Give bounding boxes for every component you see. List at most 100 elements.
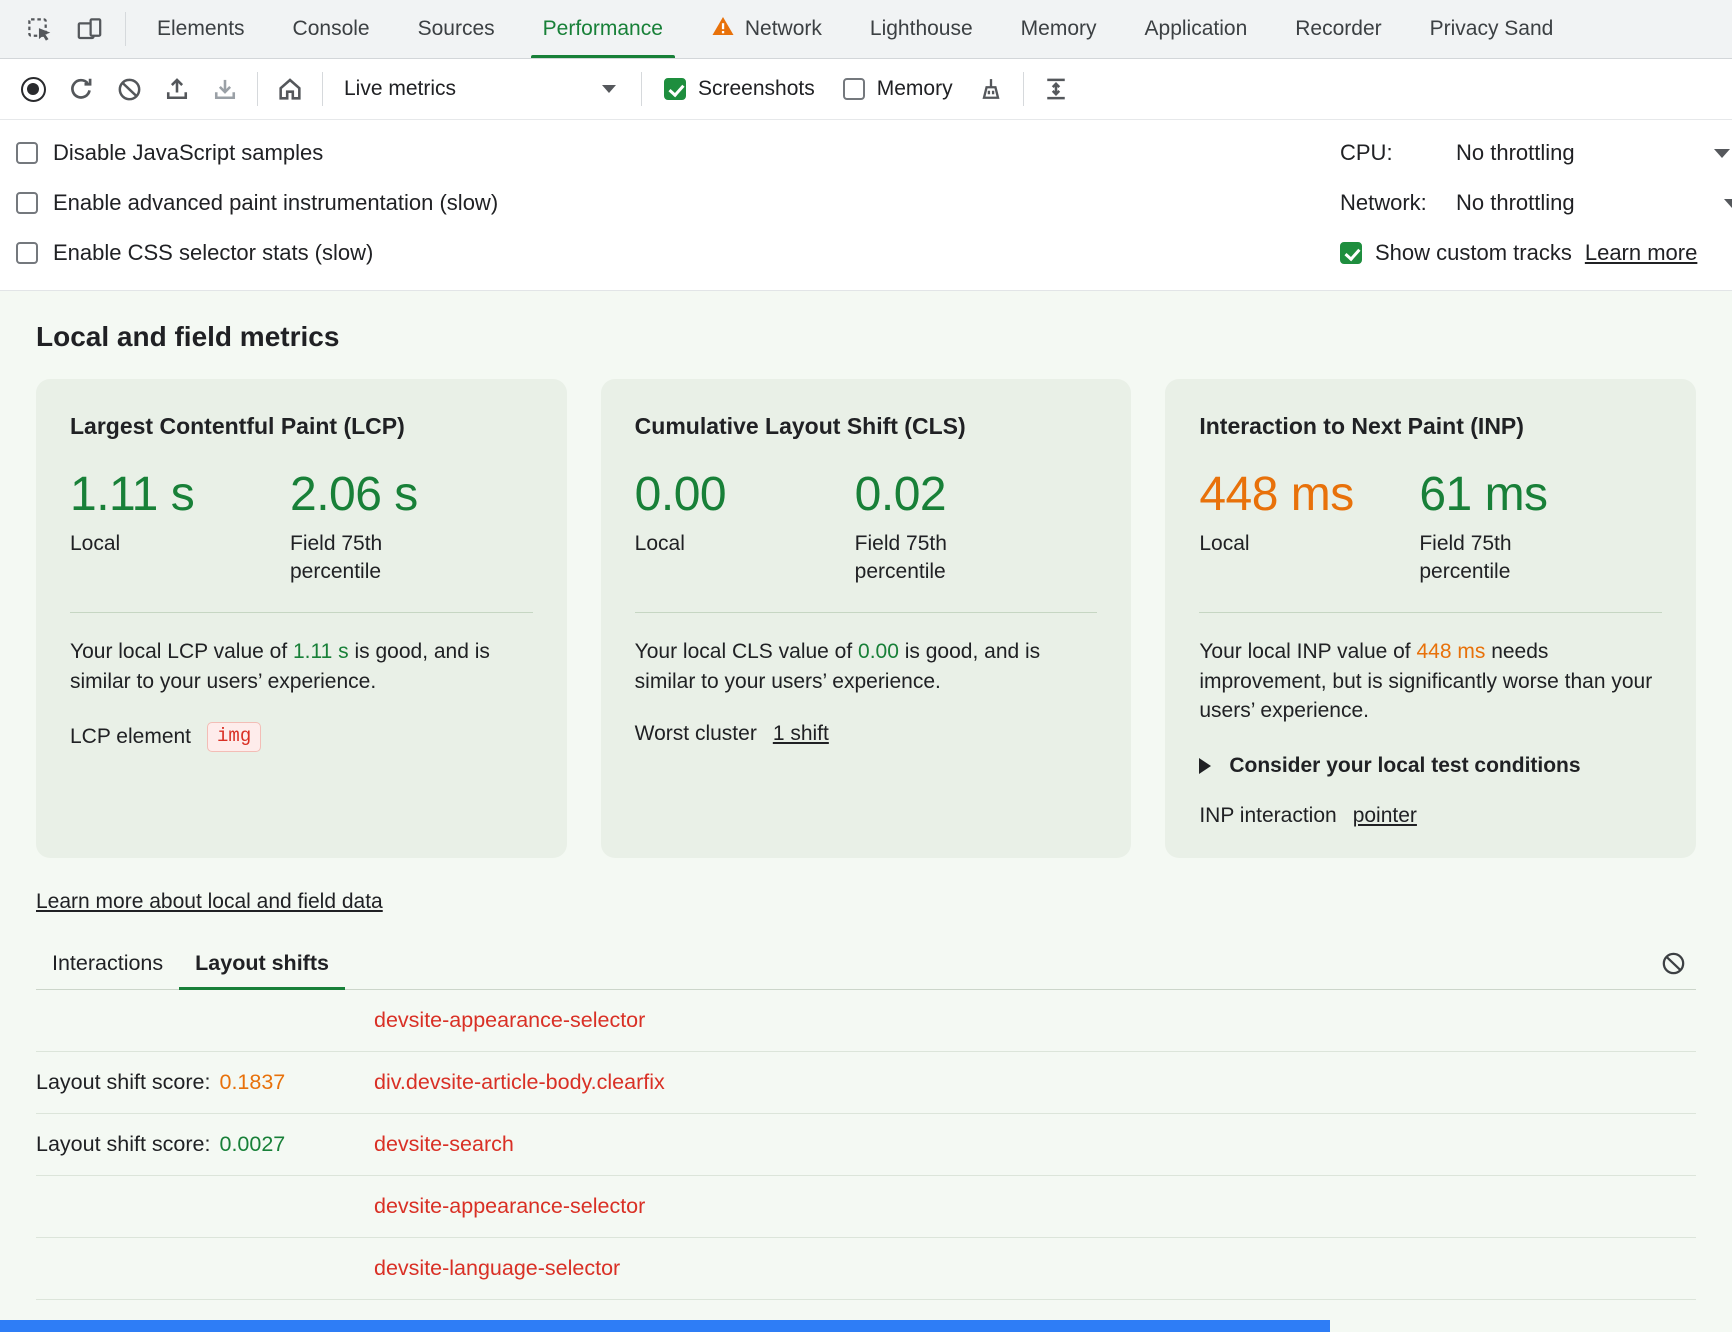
checkbox-unchecked-icon [16, 192, 38, 214]
divider [641, 72, 642, 106]
clear-recording-button[interactable] [106, 66, 152, 112]
field-value-label: Field 75th percentile [1419, 530, 1569, 585]
clear-log-icon[interactable] [1650, 941, 1696, 987]
checkbox-checked-icon[interactable] [1340, 242, 1362, 264]
tab-recorder[interactable]: Recorder [1271, 0, 1405, 58]
field-value-block: 2.06 s Field 75th percentile [290, 470, 440, 586]
cls-local-value: 0.00 [635, 470, 855, 520]
lcp-values: 1.11 s Local 2.06 s Field 75th percentil… [70, 470, 533, 586]
tab-label: Recorder [1295, 17, 1381, 41]
shifted-element-link[interactable]: div.devsite-article-body.clearfix [374, 1070, 665, 1095]
inspect-element-icon[interactable] [16, 6, 62, 52]
checkbox-label: Screenshots [698, 77, 815, 101]
record-icon [21, 77, 46, 102]
lcp-card: Largest Contentful Paint (LCP) 1.11 s Lo… [36, 379, 567, 858]
tab-network[interactable]: Network [687, 0, 846, 58]
learn-more-field-data-link[interactable]: Learn more about local and field data [36, 890, 383, 914]
record-button[interactable] [10, 66, 56, 112]
field-value-block: 0.02 Field 75th percentile [855, 470, 1005, 586]
css-selector-stats-checkbox[interactable]: Enable CSS selector stats (slow) [16, 228, 498, 278]
worst-cluster-row: Worst cluster 1 shift [635, 722, 1098, 746]
tab-label: Performance [543, 17, 663, 41]
collect-garbage-icon[interactable] [968, 66, 1014, 112]
network-label: Network: [1340, 190, 1456, 216]
panel-heading: Local and field metrics [36, 321, 1696, 353]
divider [635, 612, 1098, 613]
shifted-element-link[interactable]: devsite-appearance-selector [374, 1194, 645, 1219]
live-metrics-panel: Local and field metrics Largest Contentf… [0, 291, 1732, 1332]
lcp-element-row: LCP element img [70, 722, 533, 752]
tab-layout-shifts[interactable]: Layout shifts [179, 938, 345, 989]
worst-cluster-link[interactable]: 1 shift [773, 722, 829, 746]
performance-settings: Disable JavaScript samples Enable advanc… [0, 120, 1732, 291]
chevron-down-icon [1724, 199, 1732, 208]
tab-label: Network [745, 17, 822, 41]
field-value-block: 61 ms Field 75th percentile [1419, 470, 1569, 586]
tab-performance[interactable]: Performance [519, 0, 687, 58]
card-title: Largest Contentful Paint (LCP) [70, 413, 533, 440]
learn-more-link[interactable]: Learn more [1585, 240, 1698, 266]
inp-card: Interaction to Next Paint (INP) 448 ms L… [1165, 379, 1696, 858]
memory-checkbox[interactable]: Memory [830, 77, 966, 101]
checkbox-unchecked-icon [16, 142, 38, 164]
field-value-label: Field 75th percentile [855, 530, 1005, 585]
device-toolbar-icon[interactable] [66, 6, 112, 52]
home-live-metrics-icon[interactable] [267, 66, 313, 112]
divider [1199, 612, 1662, 613]
lcp-element-label: LCP element [70, 725, 191, 749]
view-mode-select[interactable]: Live metrics [332, 68, 632, 110]
local-test-conditions-disclosure[interactable]: Consider your local test conditions [1199, 754, 1662, 778]
local-value-label: Local [70, 530, 220, 558]
tab-label: Sources [418, 17, 495, 41]
checkbox-label: Disable JavaScript samples [53, 140, 323, 166]
tab-sources[interactable]: Sources [394, 0, 519, 58]
inp-description: Your local INP value of 448 ms needs imp… [1199, 637, 1662, 726]
throttling-column: CPU: No throttling Network: No throttlin… [1340, 128, 1732, 278]
tab-interactions[interactable]: Interactions [36, 938, 179, 989]
tab-application[interactable]: Application [1121, 0, 1272, 58]
local-value-block: 1.11 s Local [70, 470, 290, 586]
disclosure-label: Consider your local test conditions [1229, 754, 1580, 778]
tab-console[interactable]: Console [269, 0, 394, 58]
tabbar-tools [10, 0, 118, 58]
checkbox-label: Enable advanced paint instrumentation (s… [53, 190, 498, 216]
checkbox-unchecked-icon [843, 78, 865, 100]
inp-interaction-link[interactable]: pointer [1353, 804, 1417, 828]
disable-js-samples-checkbox[interactable]: Disable JavaScript samples [16, 128, 498, 178]
divider [70, 612, 533, 613]
local-value-block: 0.00 Local [635, 470, 855, 586]
upload-profile-icon[interactable] [154, 66, 200, 112]
tab-label: Memory [1021, 17, 1097, 41]
lcp-element-node-link[interactable]: img [207, 722, 261, 752]
cls-field-value: 0.02 [855, 470, 1005, 520]
reload-and-record-button[interactable] [58, 66, 104, 112]
cpu-throttling-select[interactable]: No throttling [1456, 140, 1730, 166]
devtools-tabbar: Elements Console Sources Performance Net… [0, 0, 1732, 59]
shifted-element-link[interactable]: devsite-search [374, 1132, 514, 1157]
inp-field-value: 61 ms [1419, 470, 1569, 520]
tab-label: Lighthouse [870, 17, 973, 41]
network-throttling-select[interactable]: No throttling [1456, 190, 1730, 216]
tab-label: Layout shifts [195, 951, 329, 976]
expand-collapse-icon[interactable] [1033, 66, 1079, 112]
custom-tracks-row: Show custom tracks Learn more [1340, 228, 1730, 278]
tab-privacy-sandbox[interactable]: Privacy Sand [1406, 0, 1578, 58]
layout-shift-row: Layout shift score:0.1837 div.devsite-ar… [36, 1052, 1696, 1114]
bottom-selection-bar [0, 1320, 1330, 1332]
disclosure-triangle-icon [1199, 758, 1211, 774]
advanced-paint-instrumentation-checkbox[interactable]: Enable advanced paint instrumentation (s… [16, 178, 498, 228]
tab-label: Interactions [52, 951, 163, 976]
tab-elements[interactable]: Elements [133, 0, 269, 58]
tab-lighthouse[interactable]: Lighthouse [846, 0, 997, 58]
divider [125, 12, 126, 46]
view-mode-value: Live metrics [344, 77, 456, 101]
shifted-element-link[interactable]: devsite-appearance-selector [374, 1008, 645, 1033]
download-profile-icon[interactable] [202, 66, 248, 112]
cls-inline-value: 0.00 [858, 640, 899, 663]
live-metrics-log: Interactions Layout shifts devsite-appea… [36, 938, 1696, 1332]
shifted-element-link[interactable]: devsite-language-selector [374, 1256, 620, 1281]
card-title: Interaction to Next Paint (INP) [1199, 413, 1662, 440]
screenshots-checkbox[interactable]: Screenshots [651, 77, 828, 101]
local-value-label: Local [635, 530, 785, 558]
tab-memory[interactable]: Memory [997, 0, 1121, 58]
